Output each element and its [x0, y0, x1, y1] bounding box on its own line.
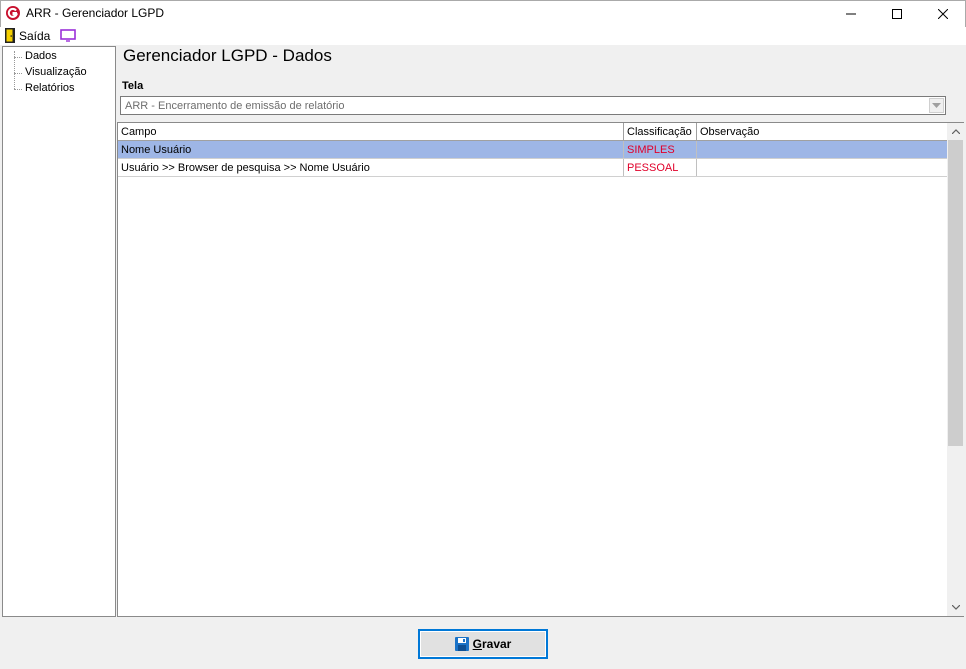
monitor-icon[interactable]: [60, 29, 76, 42]
grid-header: Campo Classificação Observação: [118, 123, 947, 141]
column-header-campo[interactable]: Campo: [118, 123, 624, 140]
chevron-down-icon: [951, 605, 960, 610]
cell-observacao[interactable]: [697, 141, 947, 158]
cell-classificacao[interactable]: PESSOAL: [624, 159, 697, 176]
cell-classificacao[interactable]: SIMPLES: [624, 141, 697, 158]
exit-button[interactable]: Saída: [19, 29, 50, 43]
toolbar: [0, 27, 966, 45]
tela-select[interactable]: ARR - Encerramento de emissão de relatór…: [120, 96, 946, 115]
tree-item-visualizacao[interactable]: Visualização: [25, 66, 87, 78]
save-disk-icon: [454, 637, 469, 651]
tree-item-dados[interactable]: Dados: [25, 50, 57, 62]
tela-label: Tela: [122, 80, 144, 92]
minimize-icon: [846, 13, 856, 14]
data-grid[interactable]: Campo Classificação Observação Nome Usuá…: [117, 122, 964, 617]
cell-campo[interactable]: Nome Usuário: [118, 141, 624, 158]
minimize-button[interactable]: [828, 0, 874, 27]
table-row[interactable]: Usuário >> Browser de pesquisa >> Nome U…: [118, 159, 947, 177]
app-logo-icon: [6, 6, 20, 20]
dropdown-arrow-button[interactable]: [929, 98, 944, 113]
scroll-down-button[interactable]: [947, 599, 964, 616]
scroll-thumb[interactable]: [948, 140, 963, 446]
navigation-tree: Dados Visualização Relatórios: [2, 46, 116, 617]
tree-item-relatorios[interactable]: Relatórios: [25, 82, 75, 94]
column-header-classificacao[interactable]: Classificação: [624, 123, 697, 140]
close-button[interactable]: [920, 0, 966, 27]
maximize-icon: [892, 8, 902, 19]
scroll-up-button[interactable]: [947, 123, 964, 140]
table-row[interactable]: Nome Usuário SIMPLES: [118, 141, 947, 159]
tela-select-value: ARR - Encerramento de emissão de relatór…: [125, 100, 345, 112]
vertical-scrollbar[interactable]: [947, 123, 964, 616]
maximize-button[interactable]: [874, 0, 920, 27]
cell-observacao[interactable]: [697, 159, 947, 176]
column-header-observacao[interactable]: Observação: [697, 123, 947, 140]
chevron-down-icon: [932, 103, 941, 108]
save-button[interactable]: Gravar: [418, 629, 548, 659]
page-title: Gerenciador LGPD - Dados: [123, 46, 332, 65]
window-title: ARR - Gerenciador LGPD: [26, 6, 165, 20]
chevron-up-icon: [951, 129, 960, 134]
close-icon: [938, 8, 948, 19]
cell-campo[interactable]: Usuário >> Browser de pesquisa >> Nome U…: [118, 159, 624, 176]
door-icon[interactable]: [5, 28, 15, 43]
save-button-label: Gravar: [472, 637, 512, 651]
